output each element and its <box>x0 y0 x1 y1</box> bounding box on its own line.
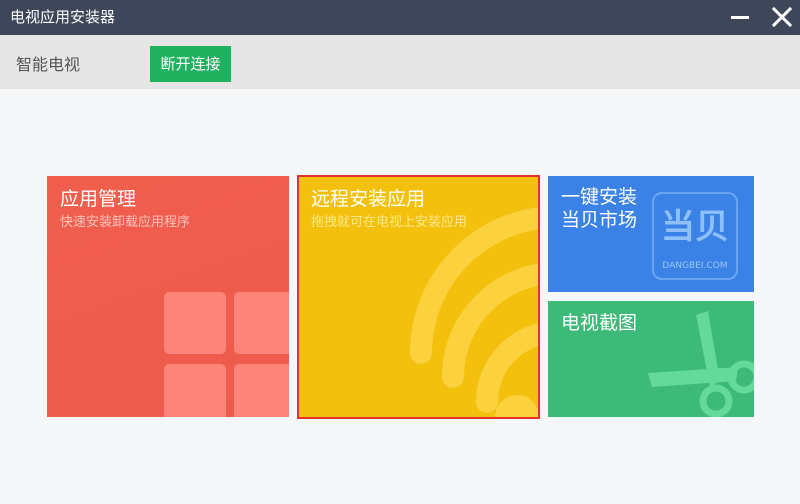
tile-market-title-line2: 当贝市场 <box>561 209 638 231</box>
dangbei-logo: 当贝 DANGBEI.COM <box>652 192 738 280</box>
close-button[interactable] <box>764 0 800 35</box>
connection-bar: 智能电视 断开连接 <box>0 35 800 89</box>
tile-remote-install[interactable]: 远程安装应用 拖拽就可在电视上安装应用 <box>297 175 540 419</box>
scissors-icon <box>648 311 754 417</box>
dangbei-logo-text: 当贝 <box>661 207 729 247</box>
tile-app-management[interactable]: 应用管理 快速安装卸载应用程序 <box>47 176 289 417</box>
title-bar: 电视应用安装器 <box>0 0 800 35</box>
minimize-button[interactable] <box>722 0 758 35</box>
tile-tv-screenshot[interactable]: 电视截图 <box>548 301 754 417</box>
tile-dangbei-market[interactable]: 一键安装 当贝市场 当贝 DANGBEI.COM <box>548 176 754 292</box>
tile-app-management-title: 应用管理 <box>60 188 137 210</box>
tile-app-management-subtitle: 快速安装卸载应用程序 <box>60 215 191 230</box>
app-window: 电视应用安装器 智能电视 断开连接 应用管理 快速安装卸载应用程序 远程安装应用… <box>0 0 800 504</box>
tile-market-title-line1: 一键安装 <box>561 186 638 208</box>
disconnect-button[interactable]: 断开连接 <box>150 46 231 82</box>
minimize-icon <box>731 16 749 19</box>
window-title: 电视应用安装器 <box>10 8 116 26</box>
wifi-icon <box>410 207 538 417</box>
device-name: 智能电视 <box>16 55 81 74</box>
close-icon <box>772 7 792 27</box>
dangbei-logo-url: DANGBEI.COM <box>662 261 728 271</box>
